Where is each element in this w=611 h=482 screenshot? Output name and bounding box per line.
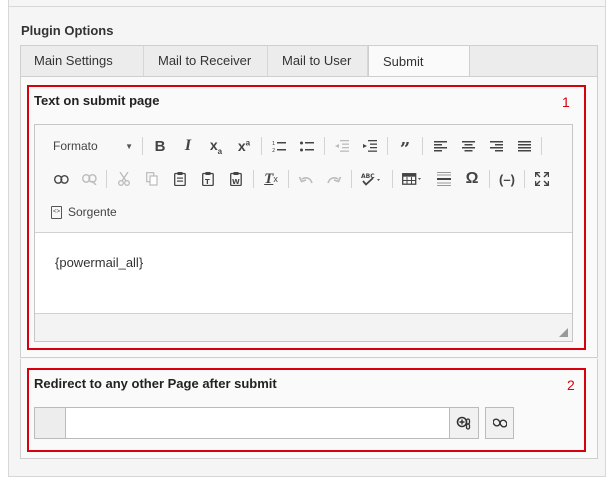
- source-icon: <>: [51, 205, 62, 219]
- undo-icon[interactable]: [292, 166, 320, 192]
- chevron-down-icon: ▼: [125, 141, 133, 151]
- toolbar-separator: [392, 170, 393, 188]
- plugin-options-title: Plugin Options: [21, 23, 114, 38]
- superscript-icon[interactable]: xa: [230, 133, 258, 159]
- submit-text-label: Text on submit page: [34, 93, 160, 108]
- resize-handle-icon[interactable]: [559, 328, 568, 337]
- link-browser-icon: [456, 416, 471, 430]
- editor-content[interactable]: {powermail_all}: [35, 233, 572, 313]
- editor-content-text[interactable]: {powermail_all}: [55, 255, 143, 270]
- source-button[interactable]: <> Sorgente: [47, 199, 121, 225]
- svg-text:1: 1: [272, 141, 275, 147]
- link-icon: [492, 418, 507, 428]
- bullet-list-icon[interactable]: [293, 133, 321, 159]
- toolbar-separator: [253, 170, 254, 188]
- remove-format-icon[interactable]: Tx: [257, 166, 285, 192]
- indent-icon[interactable]: [356, 133, 384, 159]
- maximize-icon[interactable]: [528, 166, 556, 192]
- outdent-icon[interactable]: [328, 133, 356, 159]
- editor-statusbar: [35, 313, 572, 341]
- toolbar-separator: [489, 170, 490, 188]
- redirect-label: Redirect to any other Page after submit: [34, 376, 277, 391]
- toolbar-separator: [387, 137, 388, 155]
- link-button[interactable]: [485, 407, 514, 439]
- paste-text-icon[interactable]: T: [194, 166, 222, 192]
- toolbar-row-1: Formato ▼ B I xa xa 12 ”: [47, 132, 545, 160]
- annotation-number-1: 1: [562, 94, 570, 110]
- unlink-icon[interactable]: [75, 166, 103, 192]
- svg-text:2: 2: [272, 148, 275, 153]
- align-right-icon[interactable]: [482, 133, 510, 159]
- toolbar-separator: [261, 137, 262, 155]
- redirect-input[interactable]: [65, 407, 450, 439]
- rich-text-editor: Formato ▼ B I xa xa 12 ” T W T x ABC Ω (…: [34, 124, 573, 342]
- cut-icon[interactable]: [110, 166, 138, 192]
- table-icon[interactable]: [396, 166, 430, 192]
- bold-icon[interactable]: B: [146, 133, 174, 159]
- toolbar-separator: [422, 137, 423, 155]
- toolbar-separator: [288, 170, 289, 188]
- link-prefix: [34, 407, 65, 439]
- spellcheck-icon[interactable]: ABC: [355, 166, 389, 192]
- format-combo-label: Formato: [53, 139, 98, 153]
- horizontal-rule-icon[interactable]: [430, 166, 458, 192]
- svg-text:T: T: [205, 178, 210, 186]
- tab-mail-to-user[interactable]: Mail to User: [268, 46, 368, 77]
- justify-icon[interactable]: [510, 133, 538, 159]
- copy-icon[interactable]: [138, 166, 166, 192]
- toolbar-separator: [324, 137, 325, 155]
- link-browser-button[interactable]: [450, 407, 479, 439]
- format-combo[interactable]: Formato ▼: [47, 133, 139, 159]
- editor-toolbar: Formato ▼ B I xa xa 12 ” T W T x ABC Ω (…: [35, 125, 572, 233]
- toolbar-row-2: T W Tx ABC Ω (–): [47, 165, 556, 193]
- align-center-icon[interactable]: [454, 133, 482, 159]
- subscript-icon[interactable]: xa: [202, 133, 230, 159]
- tab-submit-page[interactable]: Submit Page: [368, 45, 470, 101]
- redo-icon[interactable]: [320, 166, 348, 192]
- tab-bar: Main Settings Mail to Receiver Mail to U…: [20, 45, 598, 101]
- numbered-list-icon[interactable]: 12: [265, 133, 293, 159]
- tab-main-settings[interactable]: Main Settings: [21, 46, 144, 77]
- redirect-link-field: [34, 407, 514, 439]
- paste-word-icon[interactable]: W: [222, 166, 250, 192]
- toolbar-separator: [142, 137, 143, 155]
- toolbar-separator: [524, 170, 525, 188]
- toolbar-separator: [541, 137, 542, 155]
- paste-icon[interactable]: [166, 166, 194, 192]
- toolbar-row-3: <> Sorgente: [47, 198, 121, 226]
- link-icon[interactable]: [47, 166, 75, 192]
- special-char-icon[interactable]: Ω: [458, 166, 486, 192]
- soft-hyphen-icon[interactable]: (–): [493, 166, 521, 192]
- blockquote-icon[interactable]: ”: [391, 133, 419, 160]
- tab-mail-to-receiver[interactable]: Mail to Receiver: [144, 46, 268, 77]
- italic-icon[interactable]: I: [174, 133, 202, 159]
- svg-text:W: W: [232, 178, 240, 186]
- toolbar-separator: [106, 170, 107, 188]
- toolbar-separator: [351, 170, 352, 188]
- annotation-number-2: 2: [567, 377, 575, 393]
- source-button-label: Sorgente: [68, 205, 117, 219]
- align-left-icon[interactable]: [426, 133, 454, 159]
